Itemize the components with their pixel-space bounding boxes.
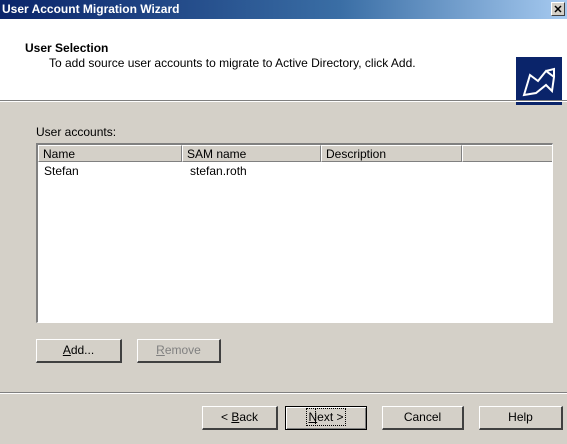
- row-name: Stefan: [44, 164, 79, 178]
- cancel-button[interactable]: Cancel: [382, 406, 464, 430]
- close-button[interactable]: ✕: [551, 2, 565, 16]
- remove-button[interactable]: Remove: [137, 339, 221, 363]
- column-header-name[interactable]: Name: [38, 145, 182, 162]
- help-button[interactable]: Help: [479, 406, 563, 430]
- column-header-description[interactable]: Description: [321, 145, 462, 162]
- next-button[interactable]: Next >: [285, 406, 367, 430]
- back-button[interactable]: < Back: [202, 406, 278, 430]
- user-accounts-label: User accounts:: [36, 125, 117, 139]
- list-header: Name SAM name Description: [38, 145, 552, 162]
- row-sam-name: stefan.roth: [190, 164, 247, 178]
- footer-divider-highlight: [0, 393, 567, 394]
- column-header-sam-name[interactable]: SAM name: [182, 145, 321, 162]
- wizard-header: User Selection To add source user accoun…: [0, 19, 567, 105]
- header-divider-highlight: [0, 101, 567, 102]
- page-title: User Selection: [25, 41, 109, 55]
- add-button[interactable]: Add...: [36, 339, 122, 363]
- window-title: User Account Migration Wizard: [2, 2, 180, 16]
- close-icon: ✕: [553, 4, 563, 16]
- column-header-empty[interactable]: [462, 145, 552, 162]
- title-bar[interactable]: User Account Migration Wizard ✕: [0, 0, 567, 19]
- table-row[interactable]: Stefan stefan.roth: [38, 163, 552, 179]
- wizard-arrow-icon: [516, 57, 562, 105]
- page-subtitle: To add source user accounts to migrate t…: [49, 56, 416, 70]
- user-accounts-list[interactable]: Name SAM name Description Stefan stefan.…: [36, 143, 553, 323]
